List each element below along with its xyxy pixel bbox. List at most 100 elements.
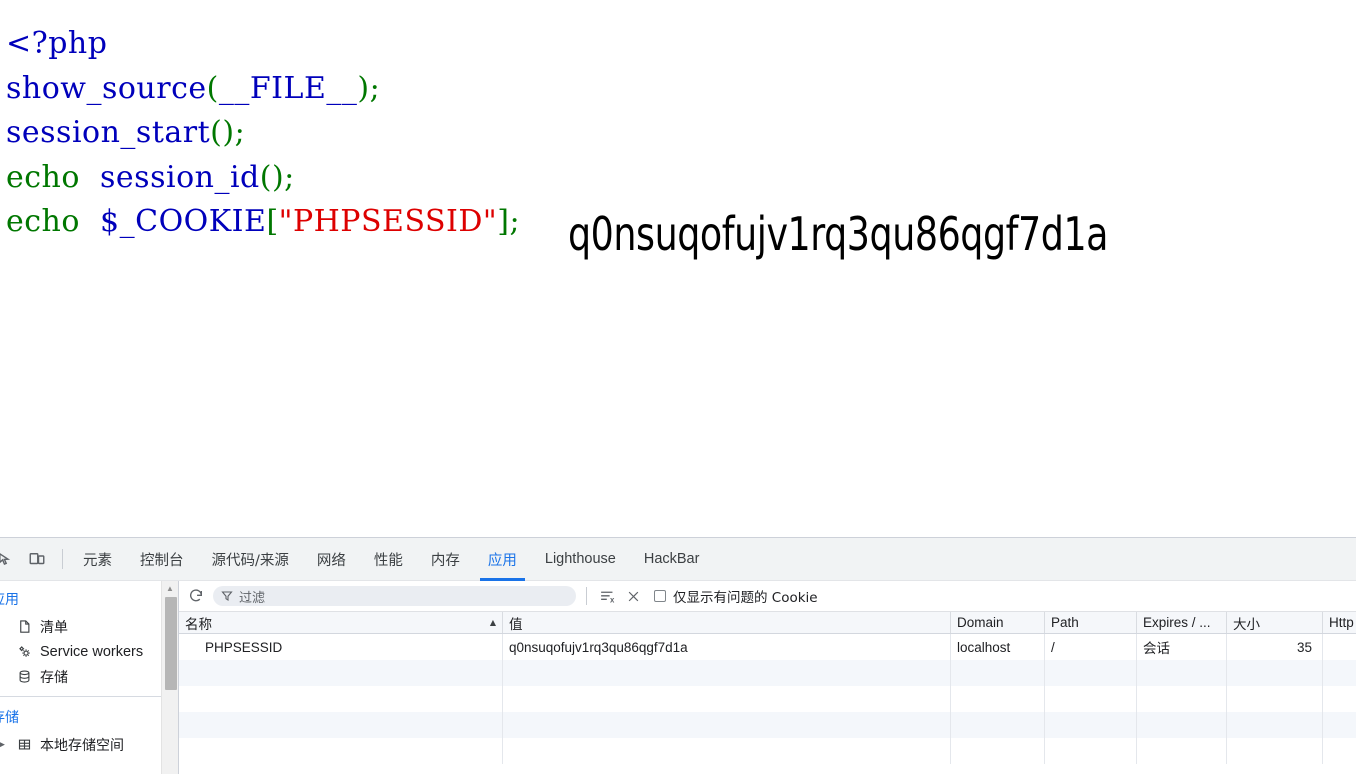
inspect-element-icon[interactable] [0, 545, 22, 573]
column-header-path[interactable]: Path [1045, 612, 1137, 633]
devtools-body: 应用 清单Service workers存储 存储 ▶本地存储空间 ▲ [0, 581, 1356, 774]
tab-Lighthouse[interactable]: Lighthouse [531, 538, 630, 581]
code-token: ; [284, 160, 295, 195]
cell-empty [1227, 686, 1323, 712]
code-token: echo [6, 160, 80, 195]
cell-http [1323, 634, 1356, 660]
cell-empty [1323, 712, 1356, 738]
expand-arrow-icon[interactable]: ▶ [0, 739, 12, 750]
column-header-label: 值 [509, 613, 523, 633]
cookies-table-header: 名称▲ 值 Domain Path Expires / ... 大小 Http [179, 612, 1356, 634]
tab-元素[interactable]: 元素 [69, 538, 126, 581]
code-token: () [210, 115, 234, 150]
sidebar-item-label: 存储 [36, 667, 68, 687]
column-header-label: Expires / ... [1143, 615, 1211, 630]
column-header-label: 大小 [1233, 613, 1260, 633]
tab-网络[interactable]: 网络 [303, 538, 360, 581]
local-storage-table-icon [12, 736, 36, 754]
tab-性能[interactable]: 性能 [360, 538, 417, 581]
svg-text:x: x [609, 595, 614, 604]
cell-empty [951, 660, 1045, 686]
table-row-empty [179, 660, 1356, 686]
sidebar-divider [0, 696, 162, 697]
table-row-empty [179, 686, 1356, 712]
delete-selected-cookie-icon[interactable] [620, 584, 646, 608]
column-header-value[interactable]: 值 [503, 612, 951, 633]
code-token [80, 204, 100, 239]
application-sidebar: 应用 清单Service workers存储 存储 ▶本地存储空间 ▲ [0, 581, 179, 774]
device-toolbar-icon[interactable] [22, 545, 52, 573]
show-problematic-cookies-checkbox[interactable]: 仅显示有问题的 Cookie [654, 586, 818, 606]
code-token: <?php [6, 26, 107, 61]
tab-应用[interactable]: 应用 [474, 538, 531, 581]
table-row-empty [179, 712, 1356, 738]
column-header-label: 名称 [185, 613, 212, 633]
code-line: echo $_COOKIE["PHPSESSID"]; [6, 200, 520, 245]
session-id-output: q0nsuqofujv1rq3qu86qgf7d1a [568, 207, 1108, 261]
column-header-label: Http [1329, 615, 1354, 630]
code-token: __FILE__ [219, 71, 358, 106]
cell-empty [951, 712, 1045, 738]
code-line: <?php [6, 22, 520, 67]
manifest-document-icon [12, 618, 36, 636]
sidebar-item-label: 清单 [36, 617, 68, 637]
column-header-http[interactable]: Http [1323, 612, 1356, 633]
clear-all-cookies-icon[interactable]: x [594, 584, 620, 608]
code-token: () [260, 160, 284, 195]
cell-empty [1227, 660, 1323, 686]
scrollbar-up-arrow-icon[interactable]: ▲ [162, 581, 178, 596]
devtools-panel: 元素控制台源代码/来源网络性能内存应用LighthouseHackBar 应用 … [0, 537, 1356, 774]
cell-empty [503, 660, 951, 686]
sidebar-item-service-workers-gears[interactable]: Service workers [0, 639, 162, 664]
tab-HackBar[interactable]: HackBar [630, 538, 714, 581]
cell-domain: localhost [951, 634, 1045, 660]
table-row[interactable]: PHPSESSIDq0nsuqofujv1rq3qu86qgf7d1alocal… [179, 634, 1356, 660]
column-header-domain[interactable]: Domain [951, 612, 1045, 633]
cell-value: q0nsuqofujv1rq3qu86qgf7d1a [503, 634, 951, 660]
column-header-size[interactable]: 大小 [1227, 612, 1323, 633]
code-token: "PHPSESSID" [279, 204, 498, 239]
tab-内存[interactable]: 内存 [417, 538, 474, 581]
cookies-filter-toolbar: 过滤 x 仅显示有问题的 Cookie [179, 581, 1356, 612]
code-token: echo [6, 204, 80, 239]
scrollbar-thumb[interactable] [165, 597, 177, 690]
cookies-panel: 过滤 x 仅显示有问题的 Cookie [179, 581, 1356, 774]
code-line: session_start(); [6, 111, 520, 156]
cell-empty [1137, 660, 1227, 686]
refresh-icon[interactable] [183, 584, 209, 608]
code-token: session_start [6, 115, 210, 150]
tab-源代码/来源[interactable]: 源代码/来源 [198, 538, 303, 581]
tab-控制台[interactable]: 控制台 [126, 538, 198, 581]
code-token: $_COOKIE [100, 204, 266, 239]
cell-empty [179, 712, 503, 738]
column-header-name[interactable]: 名称▲ [179, 612, 503, 633]
service-workers-gears-icon [12, 643, 36, 661]
column-header-label: Path [1051, 615, 1079, 630]
php-source-output-page: <?phpshow_source(__FILE__);session_start… [0, 0, 1356, 537]
sidebar-section-storage: 存储 [0, 702, 162, 732]
sidebar-item-label: 本地存储空间 [36, 735, 124, 755]
cell-empty [1323, 660, 1356, 686]
table-row-empty [179, 738, 1356, 764]
sidebar-item-storage-database[interactable]: 存储 [0, 664, 162, 689]
cell-empty [503, 686, 951, 712]
sidebar-scrollbar[interactable]: ▲ [161, 581, 178, 774]
sidebar-item-label: Service workers [36, 644, 143, 660]
cookies-data-grid: 名称▲ 值 Domain Path Expires / ... 大小 Http PHPSES… [179, 612, 1356, 764]
cell-empty [1137, 712, 1227, 738]
checkbox-box[interactable] [654, 590, 666, 602]
storage-database-icon [12, 668, 36, 686]
cell-empty [179, 660, 503, 686]
filter-placeholder: 过滤 [239, 587, 265, 606]
code-token: show_source [6, 71, 207, 106]
column-header-expires[interactable]: Expires / ... [1137, 612, 1227, 633]
sidebar-item-manifest-document[interactable]: 清单 [0, 614, 162, 639]
code-token: ; [370, 71, 381, 106]
filter-input[interactable]: 过滤 [213, 586, 576, 606]
sidebar-item-local-storage-table[interactable]: ▶ 本地存储空间 [0, 732, 162, 757]
cell-empty [951, 686, 1045, 712]
cell-empty [1045, 738, 1137, 764]
code-token: ( [207, 71, 219, 106]
cell-empty [1323, 738, 1356, 764]
cell-empty [1045, 712, 1137, 738]
